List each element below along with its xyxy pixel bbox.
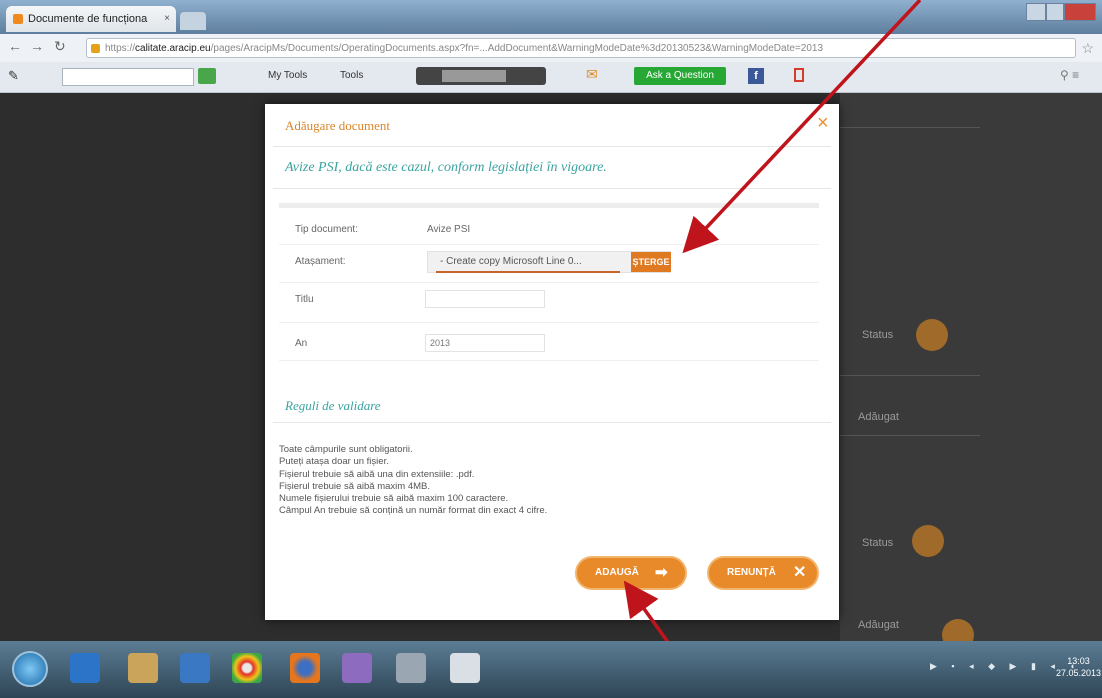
url-path: /pages/AracipMs/Documents/OperatingDocum… xyxy=(210,43,824,54)
bg-status-circle xyxy=(916,319,948,351)
toolbar-media-widget[interactable] xyxy=(416,67,546,85)
row-divider xyxy=(279,244,819,245)
title-field[interactable] xyxy=(425,290,545,308)
close-icon[interactable]: × xyxy=(817,112,829,135)
page-right-column xyxy=(840,93,1102,641)
validation-rules-list: Toate câmpurile sunt obligatorii. Puteți… xyxy=(279,444,547,518)
year-field[interactable]: 2013 xyxy=(425,334,545,352)
cancel-x-icon: ✕ xyxy=(793,564,807,581)
bg-divider xyxy=(840,127,980,128)
upload-progress-bar xyxy=(436,271,620,273)
explorer-icon[interactable] xyxy=(128,653,158,683)
url-host: calitate.aracip.eu xyxy=(135,43,211,54)
bg-status-label-2: Status xyxy=(862,537,894,549)
cancel-button-label: RENUNȚĂ xyxy=(727,567,776,578)
minimize-button[interactable] xyxy=(1026,3,1046,21)
clock-time: 13:03 xyxy=(1067,656,1090,666)
maximize-button[interactable] xyxy=(1046,3,1064,21)
bg-added-label-2: Adăugat xyxy=(858,619,899,631)
attachment-file-name[interactable]: - Create copy Microsoft Line 0... xyxy=(440,256,620,267)
reload-icon[interactable]: ↻ xyxy=(54,38,66,55)
validation-rules-heading: Reguli de validare xyxy=(285,398,381,413)
year-label: An xyxy=(295,338,308,349)
new-tab-button[interactable] xyxy=(180,12,206,30)
title-divider xyxy=(273,146,831,147)
row-divider xyxy=(279,360,819,361)
subtitle-divider xyxy=(273,188,831,189)
document-app-icon[interactable] xyxy=(450,653,480,683)
browser-tab-bar: Documente de funcționa × xyxy=(0,0,1102,34)
media-player-icon[interactable] xyxy=(180,653,210,683)
modal-title: Adăugare document xyxy=(285,118,391,133)
arrow-right-icon: ➡ xyxy=(655,564,668,581)
add-document-modal: Adăugare document × Avize PSI, dacă este… xyxy=(265,104,839,620)
bg-added-label: Adăugat xyxy=(858,411,899,423)
address-bar-row: ← → ↻ https://calitate.aracip.eu/pages/A… xyxy=(0,34,1102,63)
taskbar-clock[interactable]: 13:03 27.05.2013 xyxy=(1056,655,1101,679)
os-taskbar: ▶ ▪ ◂ ◆ ▶ ▮ ◂ ◖ 13:03 27.05.2013 xyxy=(0,641,1102,698)
firefox-icon[interactable] xyxy=(290,653,320,683)
toolbar-go-icon[interactable] xyxy=(198,68,216,84)
rule-item: Câmpul An trebuie să conțină un număr fo… xyxy=(279,505,548,517)
url-input[interactable]: https://calitate.aracip.eu/pages/AracipM… xyxy=(86,38,1076,58)
toolbar-red-icon[interactable] xyxy=(794,68,804,82)
bg-divider xyxy=(840,435,980,436)
row-divider xyxy=(279,282,819,283)
toolbar-search-input[interactable] xyxy=(62,68,194,86)
bg-status-label: Status xyxy=(862,329,894,341)
rule-item: Fișierul trebuie să aibă una din extensi… xyxy=(279,468,475,480)
ask-question-button[interactable]: Ask a Question xyxy=(634,67,726,85)
bookmark-star-icon[interactable]: ☆ xyxy=(1081,40,1094,57)
start-button-icon[interactable] xyxy=(12,651,48,687)
chrome-icon[interactable] xyxy=(232,653,262,683)
delete-attachment-button[interactable]: ȘTERGE xyxy=(631,252,671,272)
bg-divider xyxy=(840,375,980,376)
tab-title: Documente de funcționa xyxy=(28,13,148,25)
back-arrow-icon[interactable]: ← xyxy=(8,38,22,54)
doc-type-label: Tip document: xyxy=(295,224,358,235)
ie-icon[interactable] xyxy=(70,653,100,683)
bg-status-circle-2 xyxy=(912,525,944,557)
section-bar xyxy=(279,203,819,208)
toolbar-menu-icon[interactable]: ⚲ ≡ xyxy=(1060,68,1079,82)
toolbar-logo-icon[interactable]: ✎ xyxy=(8,68,19,84)
add-button[interactable]: ADAUGĂ ➡ xyxy=(575,556,687,590)
toolbar-tools[interactable]: Tools xyxy=(340,70,363,81)
row-divider xyxy=(279,322,819,323)
window-close-button[interactable] xyxy=(1064,3,1096,21)
app-icon-2[interactable] xyxy=(396,653,426,683)
document-category-heading: Avize PSI, dacă este cazul, conform legi… xyxy=(285,160,607,175)
lock-icon xyxy=(91,44,100,53)
clock-date: 27.05.2013 xyxy=(1056,668,1102,678)
rule-item: Numele fișierului trebuie să aibă maxim … xyxy=(279,493,509,505)
browser-tab[interactable]: Documente de funcționa × xyxy=(6,6,176,32)
cancel-button[interactable]: RENUNȚĂ ✕ xyxy=(707,556,819,590)
toolbar-mytools[interactable]: My Tools xyxy=(268,70,307,81)
extension-toolbar: ✎ My Tools Tools ✉ Ask a Question f ⚲ ≡ xyxy=(0,62,1102,93)
tab-close-icon[interactable]: × xyxy=(164,6,170,32)
forward-arrow-icon[interactable]: → xyxy=(30,38,44,54)
window-controls xyxy=(1026,3,1096,21)
mail-icon[interactable]: ✉ xyxy=(586,66,598,83)
title-label: Titlu xyxy=(295,294,314,305)
rule-item: Fișierul trebuie să aibă maxim 4MB. xyxy=(279,480,430,492)
rule-item: Toate câmpurile sunt obligatorii. xyxy=(279,444,413,455)
add-button-label: ADAUGĂ xyxy=(595,567,639,578)
attachment-label: Atașament: xyxy=(295,256,346,267)
app-icon[interactable] xyxy=(342,653,372,683)
facebook-icon[interactable]: f xyxy=(748,68,764,84)
rule-item: Puteți atașa doar un fișier. xyxy=(279,456,389,468)
rules-divider xyxy=(273,422,831,423)
doc-type-value: Avize PSI xyxy=(427,224,471,235)
favicon-icon xyxy=(13,14,23,24)
